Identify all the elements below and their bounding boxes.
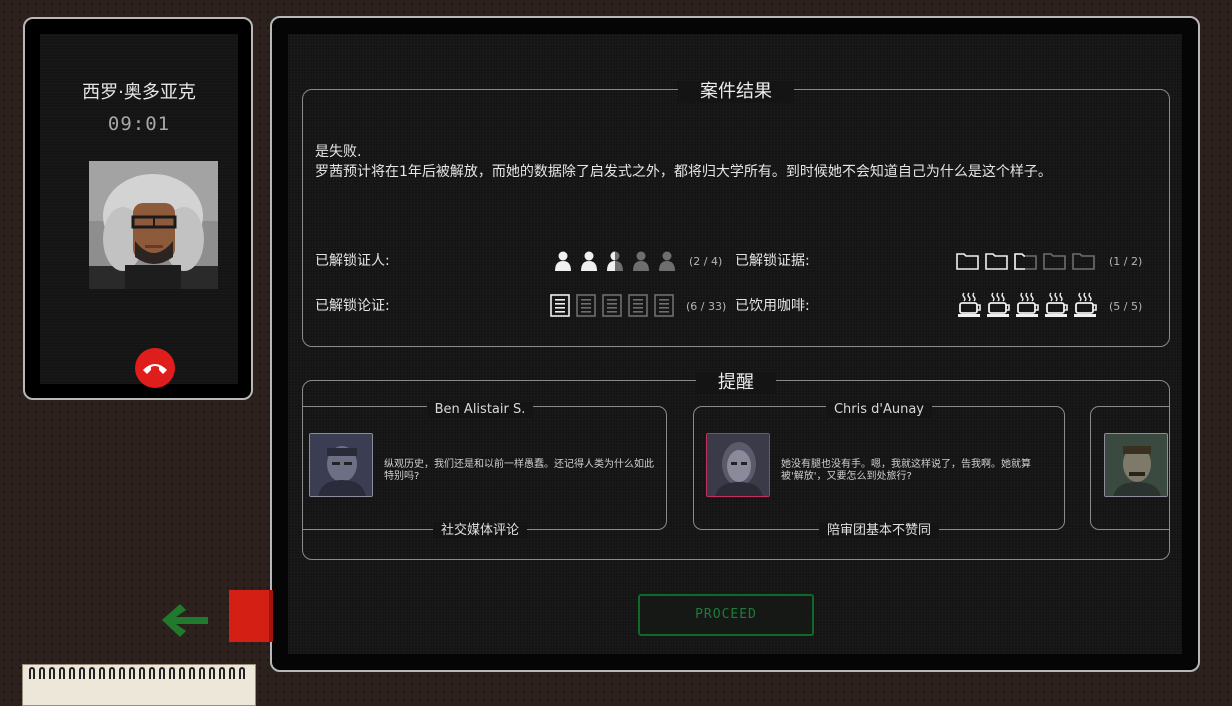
case-result-box: 案件结果 是失败. 罗茜预计将在1年后被解放，而她的数据除了启发式之外，都将归大… (302, 81, 1170, 347)
evidence-icons (956, 252, 1095, 270)
arguments-count: (6 / 33) (686, 300, 727, 313)
phone-panel: 西罗·奥多亚克 09:01 (23, 17, 253, 400)
author-portrait (309, 433, 373, 497)
verdict-line-1: 是失败. (315, 144, 362, 160)
reminder-source: 社交媒体评论 (432, 523, 527, 538)
reminder-author: Ben Alistair S. (426, 402, 534, 417)
author-portrait (706, 433, 770, 497)
main-screen: 案件结果 是失败. 罗茜预计将在1年后被解放，而她的数据除了启发式之外，都将归大… (288, 34, 1182, 654)
reminder-quote: 她没有腿也没有手。嗯，我就这样说了，告我啊。她就算被'解放'，又要怎么到处旅行? (781, 459, 1031, 482)
folder-icon (1014, 253, 1037, 270)
red-book[interactable] (229, 590, 273, 642)
arguments-label: 已解锁论证: (315, 298, 390, 314)
reminder-card[interactable]: Chris d'Aunay 她没有腿也没有手。嗯，我就这样说了，告我啊。她就算被… (693, 402, 1065, 538)
phone-hangup-icon (143, 364, 167, 374)
coffee-cup-icon (987, 292, 1010, 317)
proceed-button[interactable]: PROCEED (638, 594, 814, 636)
verdict-text: 是失败. 罗茜预计将在1年后被解放，而她的数据除了启发式之外，都将归大学所有。到… (315, 142, 1052, 182)
person-icon (659, 251, 675, 271)
coffee-cup-icon (1074, 292, 1097, 317)
reminders-carousel[interactable]: Ben Alistair S. 纵观历史，我们还是和以前一样愚蠢。还记得人类为什… (303, 381, 1169, 559)
evidence-label: 已解锁证据: (735, 253, 810, 269)
notepad[interactable] (22, 664, 256, 706)
folder-icon (956, 253, 979, 270)
reminder-author: Chris d'Aunay (825, 402, 933, 417)
reminder-quote: 纵观历史，我们还是和以前一样愚蠢。还记得人类为什么如此特别吗? (384, 459, 654, 482)
reminders-box: 提醒 Ben Alistair S. 纵观历史，我们还是和以前一样愚蠢。还记得人… (302, 372, 1170, 560)
caller-portrait (89, 161, 218, 289)
main-panel: 案件结果 是失败. 罗茜预计将在1年后被解放，而她的数据除了启发式之外，都将归大… (270, 16, 1200, 672)
witnesses-count: (2 / 4) (689, 255, 723, 268)
document-icon (550, 294, 570, 317)
person-icon (555, 251, 571, 271)
person-icon (607, 251, 623, 271)
caller-name: 西罗·奥多亚克 (82, 82, 196, 103)
verdict-line-2: 罗茜预计将在1年后被解放，而她的数据除了启发式之外，都将归大学所有。到时候她不会… (315, 164, 1052, 180)
reminder-card-partial[interactable] (1090, 406, 1169, 530)
document-icon (602, 294, 622, 317)
reminder-source: 陪审团基本不赞同 (818, 523, 939, 538)
folder-icon (1072, 253, 1095, 270)
hangup-button[interactable] (135, 348, 175, 388)
arguments-icons (550, 294, 674, 317)
coffee-cup-icon (1045, 292, 1068, 317)
document-icon (576, 294, 596, 317)
evidence-count: (1 / 2) (1109, 255, 1143, 268)
witnesses-label: 已解锁证人: (315, 253, 390, 269)
witnesses-icons (554, 251, 676, 271)
person-icon (633, 251, 649, 271)
folder-icon (985, 253, 1008, 270)
person-icon (581, 251, 597, 271)
case-result-title: 案件结果 (678, 81, 794, 102)
coffee-cup-icon (1016, 292, 1039, 317)
document-icon (654, 294, 674, 317)
call-time: 09:01 (107, 113, 171, 135)
reminder-card[interactable]: Ben Alistair S. 纵观历史，我们还是和以前一样愚蠢。还记得人类为什… (303, 402, 667, 538)
coffee-icons (958, 292, 1098, 318)
coffee-cup-icon (958, 292, 981, 317)
author-portrait (1104, 433, 1168, 497)
back-arrow-icon[interactable] (160, 600, 210, 640)
coffee-count: (5 / 5) (1109, 300, 1143, 313)
phone-screen: 西罗·奥多亚克 09:01 (40, 34, 238, 388)
document-icon (628, 294, 648, 317)
notepad-rings (29, 667, 245, 679)
folder-icon (1043, 253, 1066, 270)
coffee-label: 已饮用咖啡: (735, 298, 810, 314)
